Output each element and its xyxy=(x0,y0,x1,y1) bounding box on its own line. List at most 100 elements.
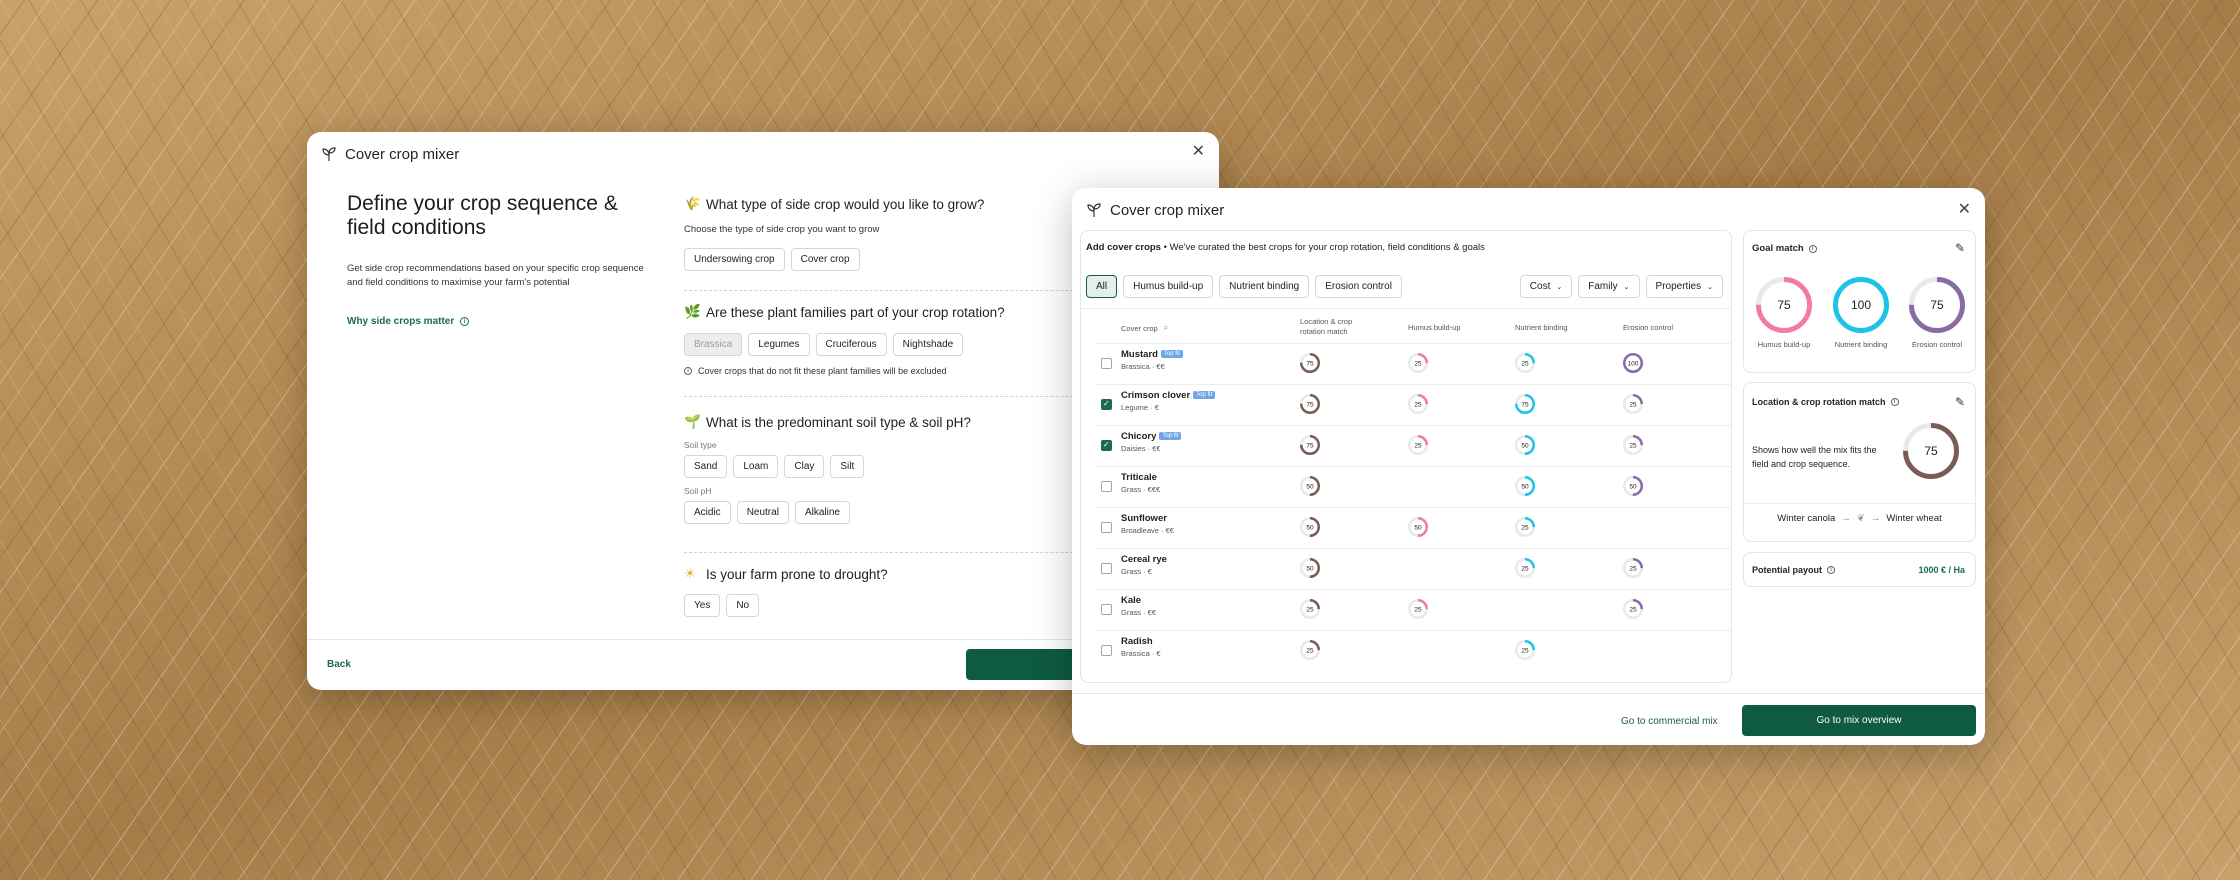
goal-ring-1: 100 Nutrient binding xyxy=(1831,277,1891,349)
ring-label: 50 xyxy=(1306,483,1314,490)
filter-all[interactable]: All xyxy=(1086,275,1118,298)
ring-label: 75 xyxy=(1306,401,1314,408)
close-icon[interactable]: ✕ xyxy=(1192,144,1205,160)
rotation-to: Winter wheat xyxy=(1886,513,1942,524)
row-checkbox[interactable] xyxy=(1101,522,1112,533)
score-ring: 25 xyxy=(1623,558,1643,578)
table-row[interactable]: Triticale Grass · €€€ xyxy=(1121,472,1160,494)
option-brassica[interactable]: Brassica xyxy=(684,333,743,356)
option-undersowing-crop[interactable]: Undersowing crop xyxy=(684,248,785,271)
option-nightshade[interactable]: Nightshade xyxy=(892,333,964,356)
close-icon[interactable]: ✕ xyxy=(1958,202,1971,218)
score-ring: 25 xyxy=(1515,353,1535,373)
score-ring: 25 xyxy=(1515,558,1535,578)
filter-nutrient[interactable]: Nutrient binding xyxy=(1219,275,1310,298)
crop-name: Radish xyxy=(1121,636,1153,647)
why-link-label: Why side crops matter xyxy=(347,316,455,327)
divider xyxy=(1081,308,1731,309)
crop-meta: Legume · € xyxy=(1121,403,1159,412)
edit-pencil-icon[interactable]: ✎ xyxy=(1955,395,1965,409)
table-row[interactable]: Kale Grass · €€ xyxy=(1121,595,1156,617)
option-silt[interactable]: Silt xyxy=(830,455,865,478)
soil-type-label: Soil type xyxy=(684,440,717,450)
score-ring: 50 xyxy=(1515,435,1535,455)
row-divider xyxy=(1095,589,1731,590)
search-icon[interactable]: ⌕ xyxy=(1164,323,1168,333)
ring-label: 50 xyxy=(1629,483,1637,490)
question-soil: 🌱 What is the predominant soil type & soi… xyxy=(684,414,971,524)
properties-dropdown[interactable]: Properties ⌄ xyxy=(1645,275,1723,298)
crop-meta: Grass · € xyxy=(1121,567,1152,576)
filter-humus[interactable]: Humus build-up xyxy=(1123,275,1214,298)
option-yes[interactable]: Yes xyxy=(684,594,721,617)
chevron-down-icon: ⌄ xyxy=(1556,283,1563,291)
option-no[interactable]: No xyxy=(726,594,760,617)
cost-dropdown[interactable]: Cost ⌄ xyxy=(1519,275,1573,298)
chevron-down-icon: ⌄ xyxy=(1623,283,1630,291)
location-match-title: Location & crop rotation match xyxy=(1752,397,1886,407)
table-row[interactable]: Chicory Top fit Daisies · €€ xyxy=(1121,431,1182,453)
filter-erosion[interactable]: Erosion control xyxy=(1315,275,1402,298)
score-nutrient: 25 xyxy=(1515,517,1535,537)
payout-card: Potential payout i 1000 € / Ha xyxy=(1743,552,1976,587)
back-button[interactable]: Back xyxy=(327,659,351,670)
wheat-emoji-icon: 🌾 xyxy=(684,196,701,211)
divider xyxy=(1744,503,1975,504)
row-checkbox[interactable] xyxy=(1101,604,1112,615)
ring-label: 25 xyxy=(1521,524,1529,531)
ring-label: 25 xyxy=(1521,647,1529,654)
family-dropdown[interactable]: Family ⌄ xyxy=(1578,275,1640,298)
info-icon: i xyxy=(1890,398,1899,406)
option-cover-crop[interactable]: Cover crop xyxy=(790,248,860,271)
score-humus: 25 xyxy=(1408,394,1428,414)
option-cruciferous[interactable]: Cruciferous xyxy=(815,333,887,356)
option-loam[interactable]: Loam xyxy=(733,455,779,478)
table-row[interactable]: Radish Brassica · € xyxy=(1121,636,1161,658)
question-drought: ☀ Is your farm prone to drought? Yes No xyxy=(684,566,888,617)
option-clay[interactable]: Clay xyxy=(784,455,825,478)
location-match-description: Shows how well the mix fits the field an… xyxy=(1752,445,1877,469)
row-checkbox[interactable]: ✓ xyxy=(1101,399,1112,410)
score-ring: 75 xyxy=(1300,353,1320,373)
footer-divider xyxy=(1072,693,1985,694)
herb-emoji-icon: 🌿 xyxy=(684,304,701,319)
score-erosion: 25 xyxy=(1623,599,1643,619)
table-row[interactable]: Mustard Top fit Brassica · €€ xyxy=(1121,349,1183,371)
ring-label: 50 xyxy=(1521,483,1529,490)
option-legumes[interactable]: Legumes xyxy=(748,333,810,356)
row-checkbox[interactable] xyxy=(1101,563,1112,574)
dropdown-label: Properties xyxy=(1655,281,1702,292)
ring-label: 25 xyxy=(1629,606,1637,613)
ring-label: 25 xyxy=(1521,565,1529,572)
row-divider xyxy=(1095,507,1731,508)
score-loc: 50 xyxy=(1300,558,1320,578)
option-neutral[interactable]: Neutral xyxy=(736,501,789,524)
option-acidic[interactable]: Acidic xyxy=(684,501,731,524)
arrow-right-icon: → xyxy=(1870,513,1881,524)
row-checkbox[interactable] xyxy=(1101,481,1112,492)
table-row[interactable]: Crimson clover Top fit Legume · € xyxy=(1121,390,1216,412)
col-nutrient: Nutrient binding xyxy=(1515,323,1568,332)
table-row[interactable]: Cereal rye Grass · € xyxy=(1121,554,1167,576)
page-description: Get side crop recommendations based on y… xyxy=(347,263,644,288)
score-humus: 50 xyxy=(1408,517,1428,537)
why-side-crops-link[interactable]: Why side crops matter i xyxy=(347,316,470,327)
score-ring: 25 xyxy=(1515,517,1535,537)
goal-ring: 100 xyxy=(1833,277,1889,333)
ring-label: 75 xyxy=(1930,298,1944,312)
row-divider xyxy=(1095,548,1731,549)
edit-pencil-icon[interactable]: ✎ xyxy=(1955,241,1965,255)
row-checkbox[interactable]: ✓ xyxy=(1101,440,1112,451)
sprout-logo-icon xyxy=(1087,203,1101,217)
commercial-mix-button[interactable]: Go to commercial mix xyxy=(1621,716,1718,727)
row-checkbox[interactable] xyxy=(1101,358,1112,369)
mix-overview-button[interactable]: Go to mix overview xyxy=(1742,705,1976,736)
col-humus: Humus build-up xyxy=(1408,323,1461,332)
score-loc: 25 xyxy=(1300,640,1320,660)
table-row[interactable]: Sunflower Broadleave · €€ xyxy=(1121,513,1174,535)
crop-name: Triticale xyxy=(1121,472,1157,483)
score-erosion: 25 xyxy=(1623,435,1643,455)
row-checkbox[interactable] xyxy=(1101,645,1112,656)
option-sand[interactable]: Sand xyxy=(684,455,728,478)
option-alkaline[interactable]: Alkaline xyxy=(794,501,850,524)
